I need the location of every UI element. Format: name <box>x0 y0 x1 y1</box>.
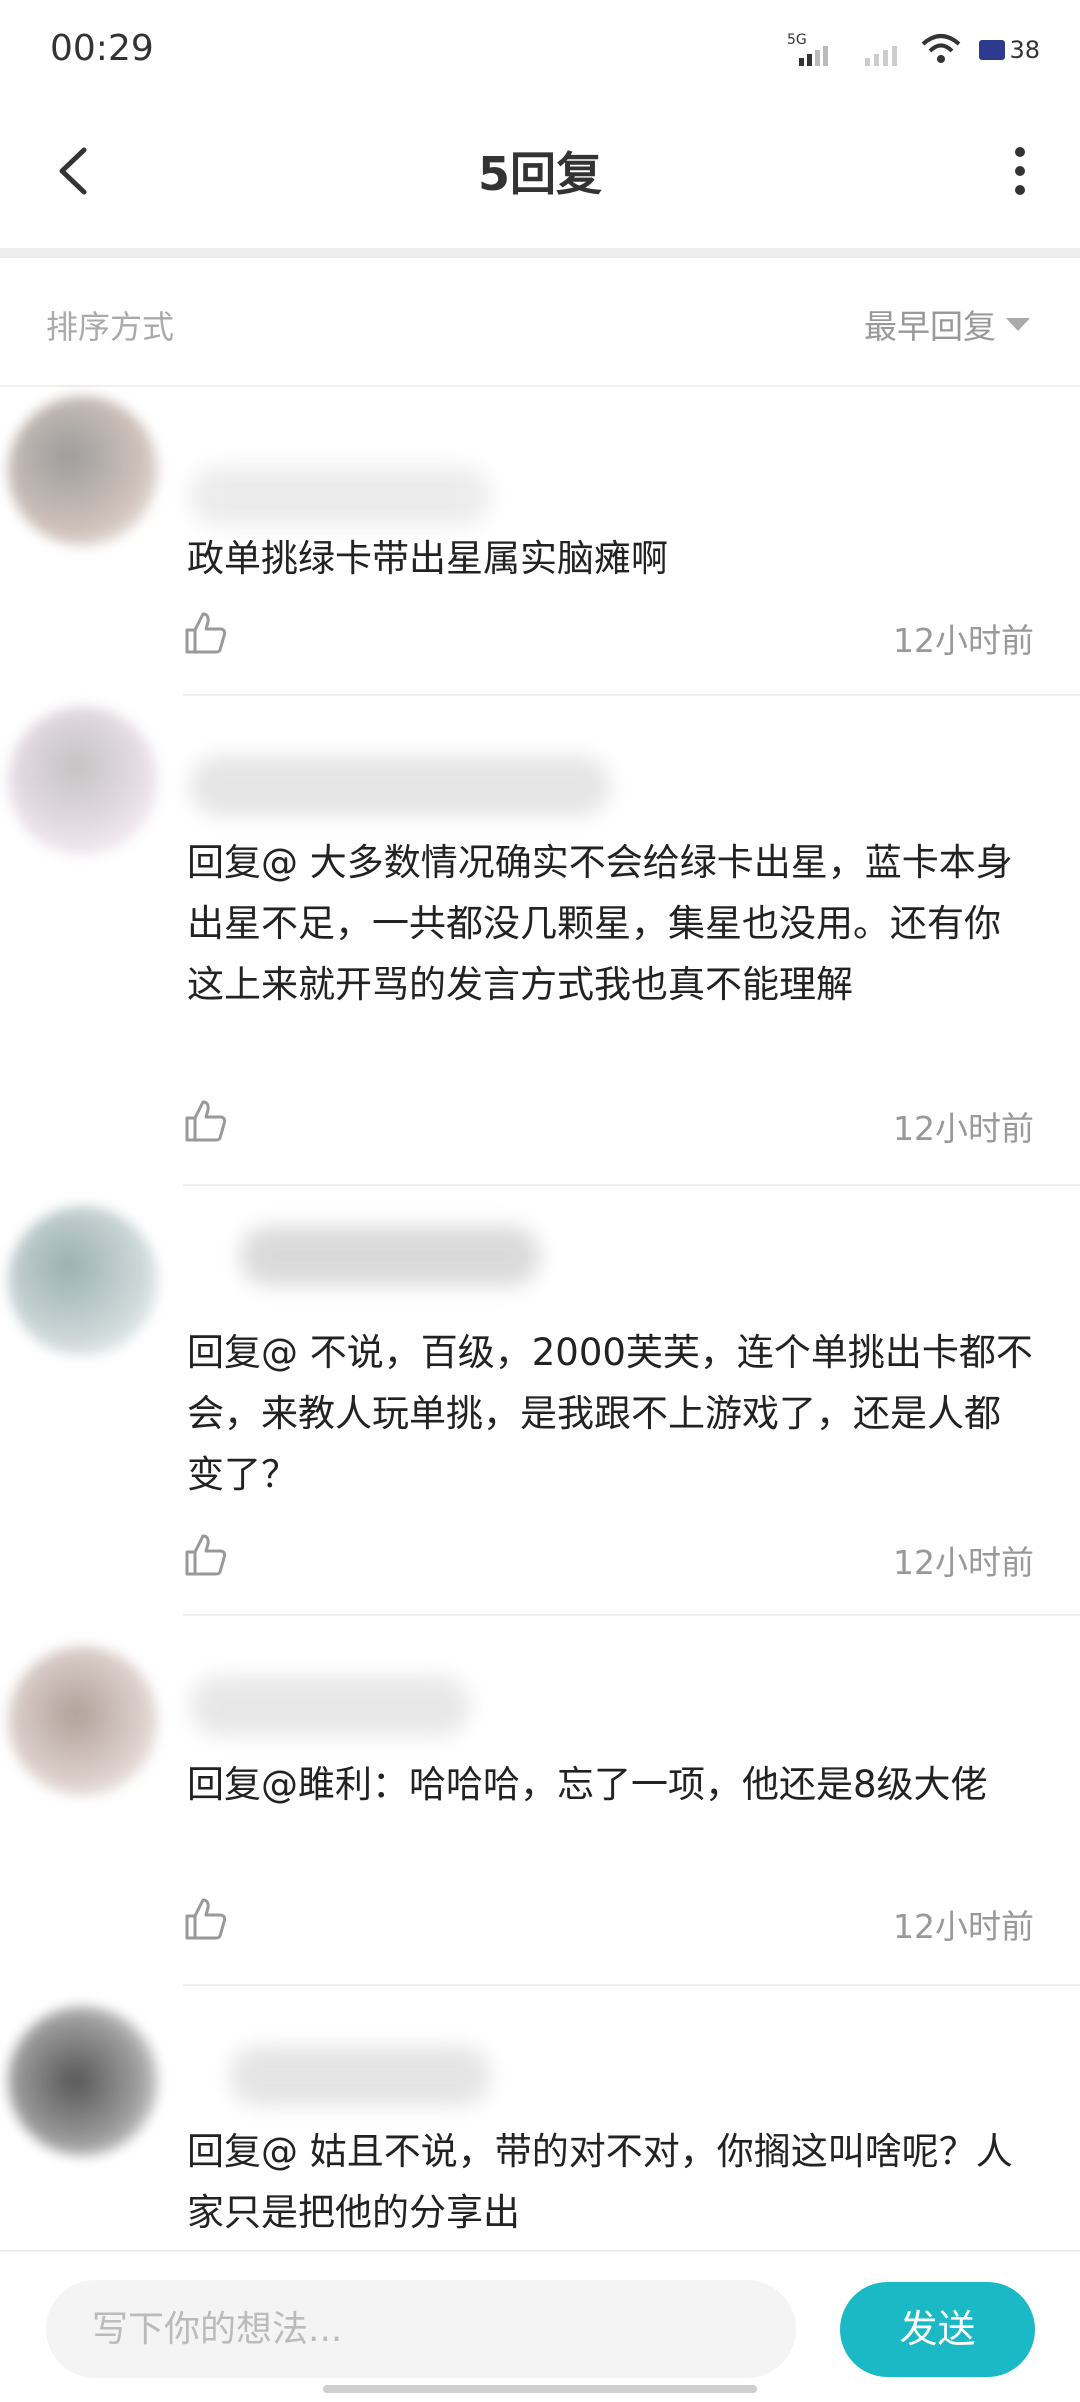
battery-indicator: 38 <box>979 36 1040 64</box>
signal-5g-icon: 5G <box>787 32 829 66</box>
comment-text: 回复@ 大多数情况确实不会给绿卡出星，蓝卡本身出星不足，一共都没几颗星，集星也没… <box>187 841 1013 1006</box>
comment-item: 回复@ 不说，百级，2000芙芙，连个单挑出卡都不会，来教人玩单挑，是我跟不上游… <box>0 1186 1080 1616</box>
page-title: 5回复 <box>477 147 602 201</box>
status-time: 00:29 <box>50 28 154 69</box>
sort-selected-value: 最早回复 <box>864 307 996 346</box>
comment-time: 12小时前 <box>893 1109 1034 1148</box>
divider <box>0 248 1080 258</box>
avatar[interactable] <box>8 706 158 856</box>
comment-item: 回复@ 姑且不说，带的对不对，你搁这叫啥呢？人家只是把他的分享出 <box>0 1986 1080 2250</box>
like-icon[interactable] <box>183 610 229 656</box>
like-icon[interactable] <box>183 1098 229 1144</box>
more-options-icon[interactable] <box>990 136 1050 206</box>
sort-label: 排序方式 <box>46 308 175 346</box>
avatar[interactable] <box>8 396 158 546</box>
comment-text: 回复@ 姑且不说，带的对不对，你搁这叫啥呢？人家只是把他的分享出 <box>187 2130 1013 2234</box>
username-redacted <box>190 466 490 526</box>
comment-item: 政单挑绿卡带出星属实脑瘫啊 12小时前 <box>0 386 1080 696</box>
home-indicator[interactable] <box>323 2385 757 2393</box>
comment-time: 12小时前 <box>893 621 1034 660</box>
like-icon[interactable] <box>183 1896 229 1942</box>
comment-text: 政单挑绿卡带出星属实脑瘫啊 <box>187 537 668 580</box>
comment-text: 回复@雎利：哈哈哈，忘了一项，他还是8级大佬 <box>187 1763 988 1806</box>
comment-time: 12小时前 <box>893 1907 1034 1946</box>
avatar[interactable] <box>8 2006 158 2156</box>
username-redacted <box>230 2046 490 2106</box>
battery-icon <box>979 40 1006 60</box>
avatar[interactable] <box>8 1646 158 1796</box>
sort-dropdown[interactable]: 最早回复 <box>864 300 1030 348</box>
comment-item: 回复@ 大多数情况确实不会给绿卡出星，蓝卡本身出星不足，一共都没几颗星，集星也没… <box>0 696 1080 1186</box>
chevron-down-icon <box>1006 317 1030 331</box>
comment-text: 回复@ 不说，百级，2000芙芙，连个单挑出卡都不会，来教人玩单挑，是我跟不上游… <box>187 1331 1033 1496</box>
comment-item: 回复@雎利：哈哈哈，忘了一项，他还是8级大佬 12小时前 <box>0 1616 1080 1986</box>
nav-bar: 5回复 <box>0 100 1080 250</box>
sort-bar: 排序方式 最早回复 <box>0 260 1080 387</box>
comment-time: 12小时前 <box>893 1543 1034 1582</box>
reply-input[interactable] <box>46 2280 796 2378</box>
svg-text:5G: 5G <box>787 32 807 48</box>
username-redacted <box>240 1226 540 1286</box>
status-bar: 00:29 5G 38 <box>0 0 1080 100</box>
wifi-icon <box>922 34 961 63</box>
reply-bar: 发送 <box>0 2250 1080 2402</box>
avatar[interactable] <box>8 1206 158 1356</box>
send-button[interactable]: 发送 <box>840 2282 1035 2377</box>
like-icon[interactable] <box>183 1532 229 1578</box>
username-redacted <box>190 756 610 816</box>
battery-level: 38 <box>1009 36 1040 64</box>
username-redacted <box>190 1676 470 1736</box>
signal-icon <box>865 46 898 66</box>
